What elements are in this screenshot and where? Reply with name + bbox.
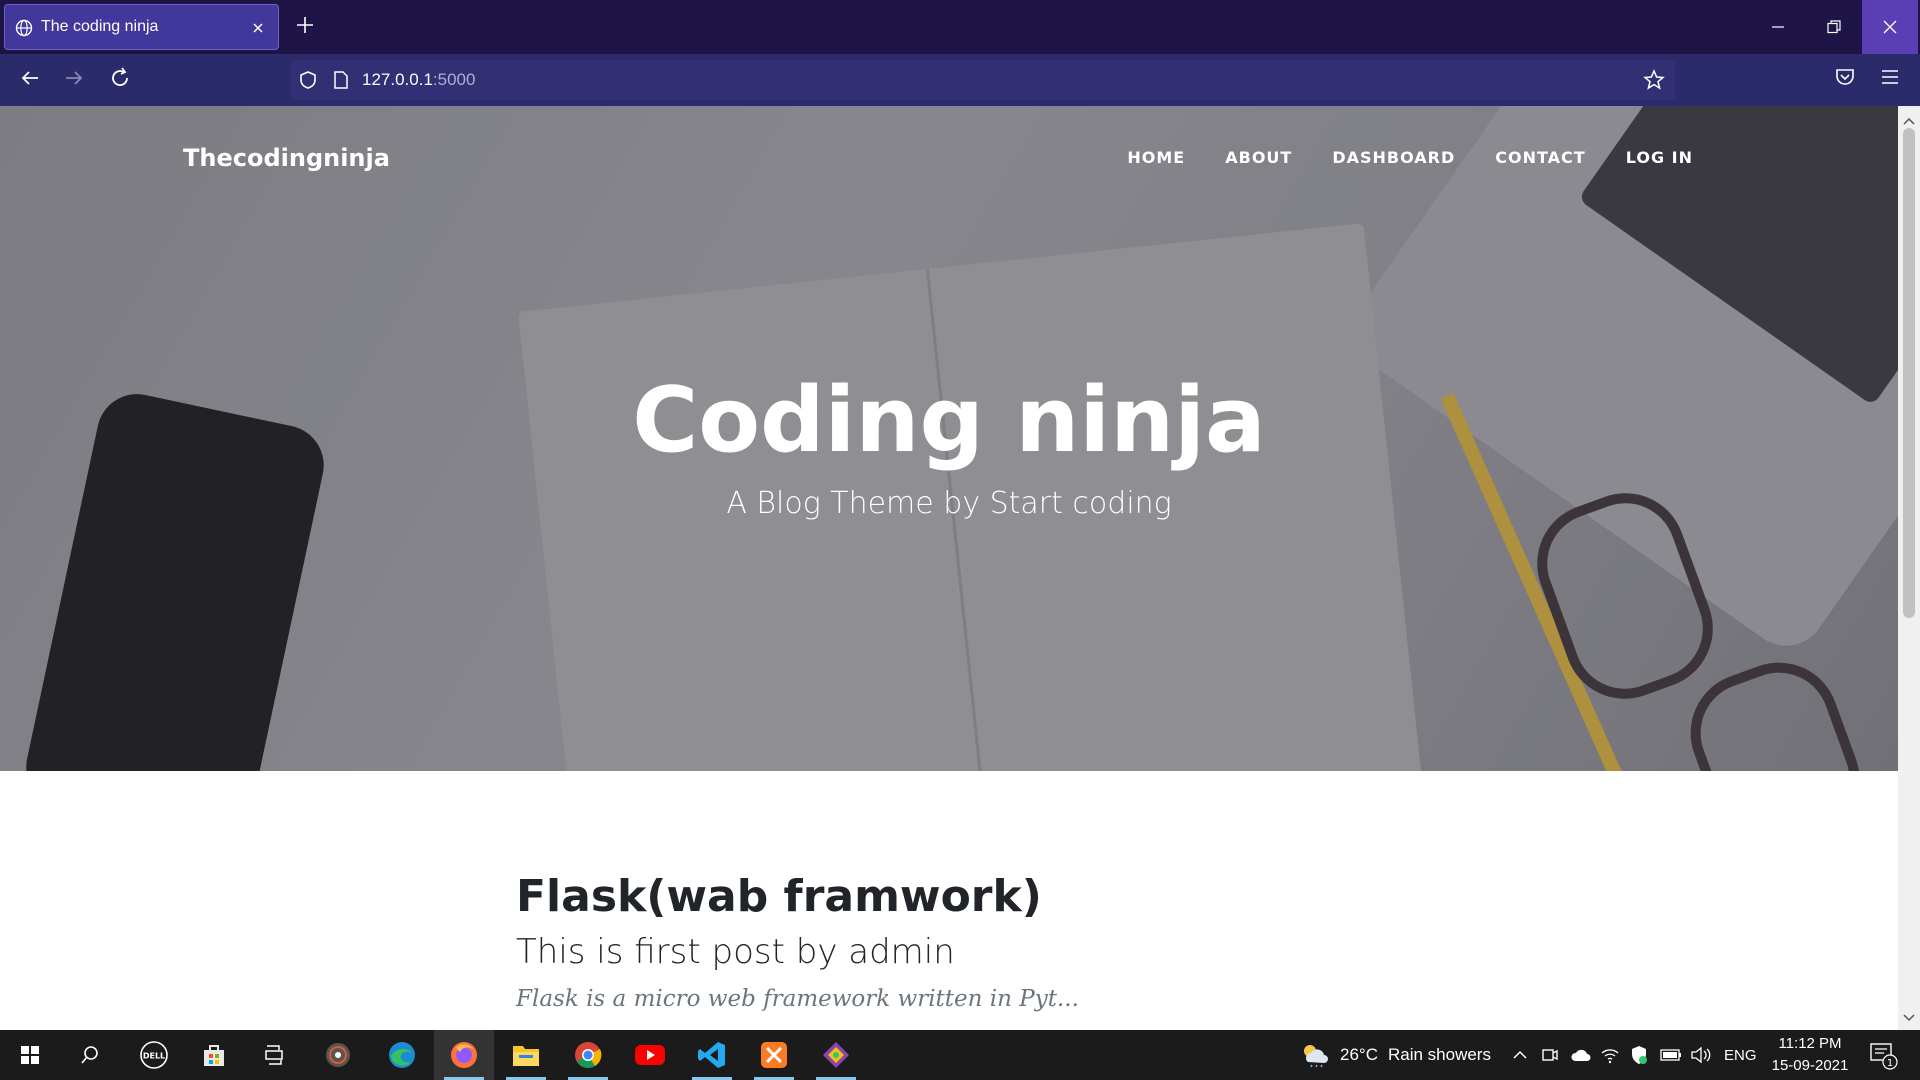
page-icon[interactable] [332, 70, 350, 91]
weather-widget[interactable]: 26°C Rain showers [1300, 1030, 1491, 1080]
restore-button[interactable] [1806, 0, 1862, 54]
task-view-icon[interactable] [244, 1030, 304, 1080]
security-shield-icon[interactable] [1630, 1030, 1648, 1080]
hero-banner: Thecodingninja HOME ABOUT DASHBOARD CONT… [0, 106, 1898, 771]
language-indicator[interactable]: ENG [1724, 1030, 1757, 1080]
reload-icon[interactable] [108, 66, 132, 90]
hero-title: Coding ninja [632, 368, 1266, 473]
chevron-up-icon[interactable] [1512, 1030, 1528, 1080]
wifi-icon[interactable] [1600, 1030, 1620, 1080]
forward-arrow-icon[interactable] [62, 66, 86, 90]
meet-now-icon[interactable] [1540, 1030, 1560, 1080]
clock-time: 11:12 PM [1778, 1035, 1842, 1052]
hero-subtitle: A Blog Theme by Start coding [726, 486, 1172, 521]
close-window-button[interactable] [1862, 0, 1918, 54]
weather-cloud-icon [1300, 1042, 1330, 1068]
back-arrow-icon[interactable] [18, 66, 42, 90]
globe-icon [15, 17, 33, 37]
menu-icon[interactable] [1879, 66, 1901, 88]
address-bar[interactable]: 127.0.0.1:5000 [290, 60, 1675, 100]
dell-logo-text: DELL [143, 1052, 165, 1061]
tab-title: The coding ninja [41, 18, 159, 35]
notification-count: 1 [1887, 1058, 1893, 1069]
site-brand[interactable]: Thecodingninja [183, 144, 390, 172]
post-title[interactable]: Flask(wab framwork) [516, 871, 1079, 922]
close-icon[interactable] [252, 18, 264, 37]
clock-date: 15-09-2021 [1771, 1057, 1849, 1074]
web-page: Thecodingninja HOME ABOUT DASHBOARD CONT… [0, 106, 1898, 1030]
url-text[interactable]: 127.0.0.1:5000 [362, 70, 475, 90]
youtube-icon[interactable] [620, 1030, 680, 1080]
tab-bar: The coding ninja [0, 0, 1920, 54]
plus-icon[interactable] [294, 14, 316, 36]
notification-icon[interactable]: 1 [1868, 1030, 1898, 1080]
shield-icon[interactable] [298, 70, 318, 91]
dell-icon[interactable]: DELL [124, 1030, 184, 1080]
nav-dashboard[interactable]: DASHBOARD [1332, 148, 1455, 167]
weather-temperature: 26°C [1340, 1045, 1378, 1064]
volume-icon[interactable] [1690, 1030, 1712, 1080]
file-explorer-icon[interactable] [496, 1030, 556, 1080]
browser-tab[interactable]: The coding ninja [4, 4, 279, 50]
windows-taskbar: DELL 26°C Rain showers ENG 11:12 PM 15-0… [0, 1030, 1920, 1080]
vertical-scrollbar[interactable] [1898, 106, 1920, 1030]
url-port: :5000 [432, 70, 476, 89]
star-icon[interactable] [1643, 69, 1665, 91]
nav-home[interactable]: HOME [1127, 148, 1185, 167]
minimize-button[interactable] [1750, 0, 1806, 54]
scroll-up-icon[interactable] [1903, 110, 1915, 129]
nav-about[interactable]: ABOUT [1225, 148, 1292, 167]
edge-browser-icon[interactable] [372, 1030, 432, 1080]
post-preview[interactable]: Flask(wab framwork) This is first post b… [516, 871, 1079, 1012]
store-icon[interactable] [184, 1030, 244, 1080]
onedrive-cloud-icon[interactable] [1570, 1030, 1592, 1080]
nav-contact[interactable]: CONTACT [1495, 148, 1585, 167]
weather-description: Rain showers [1387, 1045, 1491, 1064]
nav-log-in[interactable]: LOG IN [1626, 148, 1693, 167]
git-icon[interactable] [806, 1030, 866, 1080]
vscode-icon[interactable] [682, 1030, 742, 1080]
firefox-icon[interactable] [434, 1030, 494, 1080]
post-subtitle[interactable]: This is first post by admin [516, 932, 1079, 972]
url-host: 127.0.0.1 [362, 70, 433, 89]
scroll-down-icon[interactable] [1903, 1007, 1915, 1026]
battery-icon[interactable] [1660, 1030, 1682, 1080]
xampp-icon[interactable] [744, 1030, 804, 1080]
site-nav: HOME ABOUT DASHBOARD CONTACT LOG IN [1127, 148, 1693, 167]
clock[interactable]: 11:12 PM 15-09-2021 [1770, 1030, 1850, 1080]
pocket-icon[interactable] [1834, 66, 1856, 88]
chrome-icon[interactable] [558, 1030, 618, 1080]
search-icon[interactable] [60, 1030, 120, 1080]
media-player-icon[interactable] [308, 1030, 368, 1080]
post-excerpt: Flask is a micro web framework written i… [516, 986, 1079, 1012]
scrollbar-thumb[interactable] [1903, 128, 1915, 618]
windows-start-icon[interactable] [0, 1030, 60, 1080]
